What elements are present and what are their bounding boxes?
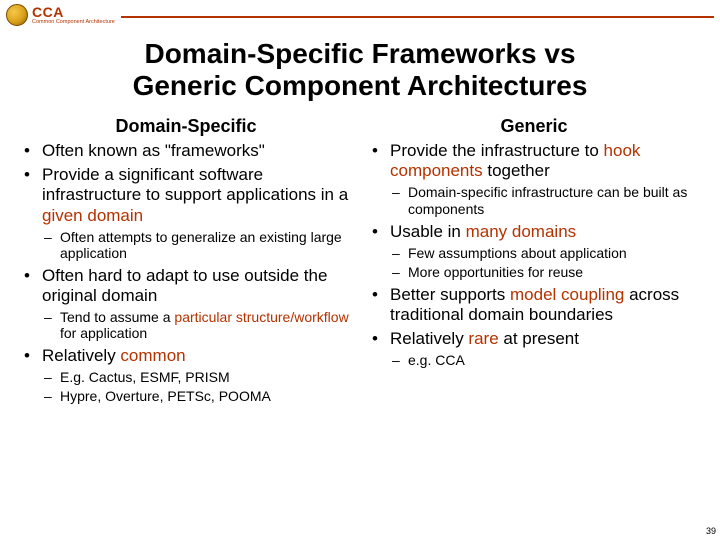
list-item: e.g. CCA	[390, 352, 700, 369]
right-list: Provide the infrastructure to hook compo…	[368, 141, 700, 368]
sub-list: e.g. CCA	[390, 352, 700, 369]
text: Often attempts to generalize an existing…	[60, 229, 342, 262]
text: E.g. Cactus, ESMF, PRISM	[60, 369, 230, 385]
list-item: Domain-specific infrastructure can be bu…	[390, 184, 700, 217]
list-item: Tend to assume a particular structure/wo…	[42, 309, 352, 342]
text: for application	[60, 325, 147, 341]
list-item: Relatively common E.g. Cactus, ESMF, PRI…	[20, 346, 352, 405]
text: Tend to assume a	[60, 309, 174, 325]
emphasis: given domain	[42, 206, 143, 225]
cca-subtitle: Common Component Architecture	[32, 20, 115, 26]
list-item: Better supports model coupling across tr…	[368, 285, 700, 325]
sub-list: Domain-specific infrastructure can be bu…	[390, 184, 700, 217]
text: at present	[499, 329, 579, 348]
text: Provide a significant software infrastru…	[42, 165, 348, 204]
right-heading: Generic	[368, 116, 700, 137]
emphasis: many domains	[466, 222, 577, 241]
slide-header: CCA Common Component Architecture	[0, 0, 720, 26]
list-item: Usable in many domains Few assumptions a…	[368, 222, 700, 281]
text: Better supports	[390, 285, 510, 304]
list-item: Relatively rare at present e.g. CCA	[368, 329, 700, 369]
text: Often hard to adapt to use outside the o…	[42, 266, 327, 305]
sub-list: Few assumptions about application More o…	[390, 245, 700, 281]
emphasis: rare	[468, 329, 498, 348]
text: Few assumptions about application	[408, 245, 627, 261]
slide-title: Domain-Specific Frameworks vs Generic Co…	[30, 38, 690, 102]
list-item: Often attempts to generalize an existing…	[42, 229, 352, 262]
text: Domain-specific infrastructure can be bu…	[408, 184, 687, 217]
title-line-2: Generic Component Architectures	[133, 70, 588, 101]
text: More opportunities for reuse	[408, 264, 583, 280]
text: together	[483, 161, 550, 180]
text: Provide the infrastructure to	[390, 141, 604, 160]
sub-list: E.g. Cactus, ESMF, PRISM Hypre, Overture…	[42, 369, 352, 405]
header-rule	[121, 16, 714, 18]
left-list: Often known as "frameworks" Provide a si…	[20, 141, 352, 404]
list-item: Few assumptions about application	[390, 245, 700, 262]
cca-acronym: CCA	[32, 5, 115, 19]
emphasis: model coupling	[510, 285, 624, 304]
content-columns: Domain-Specific Often known as "framewor…	[0, 116, 720, 408]
list-item: E.g. Cactus, ESMF, PRISM	[42, 369, 352, 386]
text: Relatively	[390, 329, 468, 348]
list-item: Provide the infrastructure to hook compo…	[368, 141, 700, 217]
left-column: Domain-Specific Often known as "framewor…	[12, 116, 360, 408]
sub-list: Often attempts to generalize an existing…	[42, 229, 352, 262]
text: Often known as "frameworks"	[42, 141, 265, 160]
list-item: Hypre, Overture, PETSc, POOMA	[42, 388, 352, 405]
text: e.g. CCA	[408, 352, 465, 368]
emphasis: particular structure/workflow	[174, 309, 348, 325]
right-column: Generic Provide the infrastructure to ho…	[360, 116, 708, 408]
list-item: Provide a significant software infrastru…	[20, 165, 352, 261]
left-heading: Domain-Specific	[20, 116, 352, 137]
list-item: Often hard to adapt to use outside the o…	[20, 266, 352, 342]
list-item: More opportunities for reuse	[390, 264, 700, 281]
text: Hypre, Overture, PETSc, POOMA	[60, 388, 271, 404]
text: Usable in	[390, 222, 466, 241]
slide-number: 39	[706, 526, 716, 536]
list-item: Often known as "frameworks"	[20, 141, 352, 161]
sub-list: Tend to assume a particular structure/wo…	[42, 309, 352, 342]
cca-wordmark: CCA Common Component Architecture	[32, 5, 115, 26]
title-line-1: Domain-Specific Frameworks vs	[144, 38, 575, 69]
cca-logo-icon	[6, 4, 28, 26]
text: Relatively	[42, 346, 120, 365]
emphasis: common	[120, 346, 185, 365]
